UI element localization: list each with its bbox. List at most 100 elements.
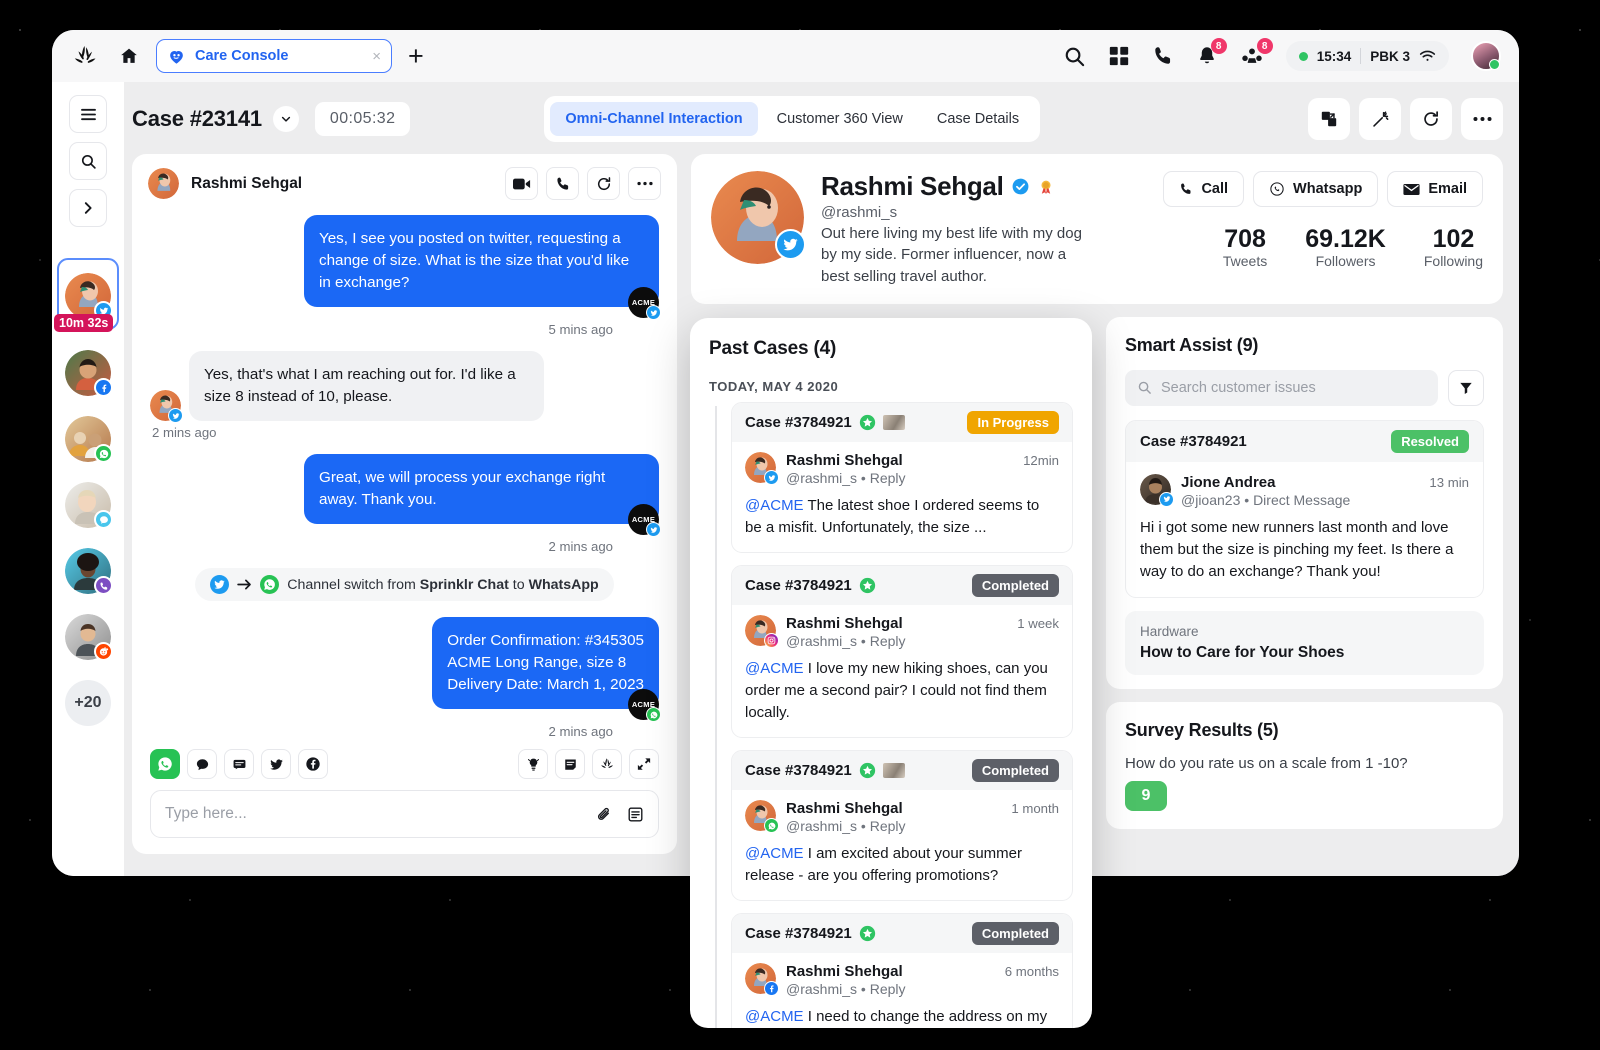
mention[interactable]: @ACME bbox=[745, 1008, 804, 1025]
search-input[interactable] bbox=[1161, 379, 1426, 396]
rail-search-icon[interactable] bbox=[69, 142, 107, 180]
status-pill[interactable]: 15:34 PBK 3 bbox=[1285, 41, 1449, 71]
sidebar-item-contact-3[interactable] bbox=[65, 416, 113, 463]
tab-omni-channel-interaction[interactable]: Omni-Channel Interaction bbox=[550, 102, 758, 136]
more-conversations-button[interactable]: +20 bbox=[65, 680, 111, 726]
case-text: @ACME I love my new hiking shoes, can yo… bbox=[745, 658, 1059, 724]
survey-results-panel: Survey Results (5) How do you rate us on… bbox=[1106, 702, 1503, 830]
mention[interactable]: @ACME bbox=[745, 845, 804, 862]
team-icon[interactable]: 8 bbox=[1240, 38, 1273, 67]
case-time: 6 months bbox=[1004, 964, 1059, 980]
sidebar-item-contact-2[interactable] bbox=[65, 350, 113, 397]
hamburger-icon[interactable] bbox=[69, 95, 107, 133]
attachment-icon[interactable] bbox=[596, 806, 613, 823]
filter-icon[interactable] bbox=[1448, 369, 1484, 406]
sprinklr-ai-icon[interactable] bbox=[592, 749, 622, 779]
case-id: Case #3784921 bbox=[745, 577, 852, 595]
sidebar-item-contact-5[interactable] bbox=[65, 548, 113, 595]
mention[interactable]: @ACME bbox=[745, 660, 804, 677]
case-time: 1 week bbox=[1017, 616, 1059, 632]
lightbulb-icon[interactable] bbox=[518, 749, 548, 779]
past-cases-title: Past Cases (4) bbox=[709, 338, 837, 359]
chevron-down-icon[interactable] bbox=[272, 106, 299, 132]
twitter-channel-icon bbox=[646, 522, 661, 538]
profile-actions-stats: Call Whatsapp Email 708 Tweets 69.12K Fo… bbox=[1163, 171, 1483, 269]
whatsapp-button[interactable]: Whatsapp bbox=[1253, 171, 1379, 207]
toolbar-actions: 8 8 15:34 PBK 3 bbox=[1063, 38, 1503, 71]
channel-switch-text: Channel switch from Sprinklr Chat to Wha… bbox=[287, 577, 598, 593]
past-case-item[interactable]: Case #3784921 Completed bbox=[731, 750, 1073, 902]
past-cases-day-label: TODAY, MAY 4 2020 bbox=[709, 379, 839, 394]
facebook-icon[interactable] bbox=[298, 749, 328, 779]
past-case-header: Case #3784921 Completed bbox=[732, 914, 1072, 954]
phone-icon[interactable] bbox=[1152, 45, 1174, 67]
chat-contact-name: Rashmi Sehgal bbox=[191, 174, 303, 192]
case-user-name: Rashmi Shehgal bbox=[786, 800, 903, 818]
message-timestamp: 5 mins ago bbox=[548, 322, 613, 338]
message-row: Yes, that's what I am reaching out for. … bbox=[150, 351, 659, 424]
chat-column: Rashmi Sehgal Yes, I see you posted on t… bbox=[132, 154, 677, 876]
case-handle: @rashmi_s bbox=[786, 981, 858, 998]
avatar bbox=[745, 800, 779, 834]
close-tab-icon[interactable]: × bbox=[372, 49, 381, 64]
whatsapp-icon[interactable] bbox=[150, 749, 180, 779]
user-avatar[interactable] bbox=[1471, 41, 1501, 71]
star-icon bbox=[859, 762, 876, 779]
new-tab-button[interactable]: + bbox=[408, 42, 424, 70]
refresh-icon[interactable] bbox=[587, 167, 620, 200]
email-button-label: Email bbox=[1428, 181, 1467, 197]
past-case-item[interactable]: Case #3784921 In Progress Rashmi Shehgal… bbox=[731, 402, 1073, 554]
bell-icon[interactable]: 8 bbox=[1196, 38, 1227, 67]
article-category: Hardware bbox=[1140, 624, 1199, 640]
email-button[interactable]: Email bbox=[1387, 171, 1483, 207]
tab-customer-360-view[interactable]: Customer 360 View bbox=[762, 102, 918, 136]
tab-case-details[interactable]: Case Details bbox=[922, 102, 1034, 136]
knowledge-article[interactable]: Hardware How to Care for Your Shoes bbox=[1125, 611, 1484, 676]
search-icon[interactable] bbox=[1063, 45, 1086, 68]
message-composer bbox=[132, 749, 677, 854]
avatar bbox=[745, 963, 779, 997]
template-icon[interactable] bbox=[627, 806, 644, 823]
mention[interactable]: @ACME bbox=[745, 497, 804, 514]
case-body: Jione Andrea 13 min @jioan23 • Direct Me… bbox=[1126, 462, 1483, 597]
apps-grid-icon[interactable] bbox=[1108, 45, 1130, 67]
more-options-icon[interactable] bbox=[1461, 98, 1503, 140]
refresh-icon[interactable] bbox=[1410, 98, 1452, 140]
magic-wand-icon[interactable] bbox=[1359, 98, 1401, 140]
case-time: 13 min bbox=[1429, 474, 1469, 490]
search-input-wrapper[interactable] bbox=[1125, 369, 1438, 406]
notes-icon[interactable] bbox=[555, 749, 585, 779]
sms-icon[interactable] bbox=[224, 749, 254, 779]
sidebar-item-contact-4[interactable] bbox=[65, 482, 113, 529]
smart-assist-case[interactable]: Case #3784921 Resolved Jione Andrea 13 m… bbox=[1125, 419, 1484, 599]
duplicate-icon[interactable] bbox=[1308, 98, 1350, 140]
verified-badge-icon bbox=[1011, 177, 1030, 196]
case-user-row: Rashmi Shehgal 1 month @rashmi_s • Reply bbox=[745, 800, 1059, 834]
twitter-channel-icon bbox=[168, 408, 183, 424]
message-input-wrapper[interactable] bbox=[150, 790, 659, 838]
sidebar-item-rashmi-sehgal[interactable]: 10m 32s bbox=[54, 258, 119, 332]
contact-avatar bbox=[150, 390, 183, 424]
phone-call-icon[interactable] bbox=[546, 167, 579, 200]
past-case-item[interactable]: Case #3784921 Completed bbox=[731, 913, 1073, 1028]
case-action: Reply bbox=[869, 470, 906, 486]
chevron-right-icon[interactable] bbox=[69, 189, 107, 227]
expand-icon[interactable] bbox=[629, 749, 659, 779]
twitter-icon[interactable] bbox=[261, 749, 291, 779]
chat-bubble-icon[interactable] bbox=[187, 749, 217, 779]
call-button[interactable]: Call bbox=[1163, 171, 1245, 207]
case-handle: @rashmi_s bbox=[786, 633, 858, 650]
message-input[interactable] bbox=[165, 805, 582, 823]
message-bubble: Yes, that's what I am reaching out for. … bbox=[189, 351, 544, 422]
home-icon[interactable] bbox=[116, 46, 142, 66]
order-line-1: Order Confirmation: #345305 bbox=[447, 632, 644, 650]
wifi-icon bbox=[1419, 49, 1436, 63]
video-call-icon[interactable] bbox=[505, 167, 538, 200]
past-case-item[interactable]: Case #3784921 Completed bbox=[731, 565, 1073, 739]
more-options-icon[interactable] bbox=[628, 167, 661, 200]
case-id: Case #3784921 bbox=[745, 762, 852, 780]
browser-tab-care-console[interactable]: Care Console × bbox=[156, 39, 392, 73]
twitter-icon bbox=[775, 229, 806, 260]
profile-name-row: Rashmi Sehgal bbox=[821, 171, 1146, 202]
sidebar-item-contact-6[interactable] bbox=[65, 614, 113, 661]
